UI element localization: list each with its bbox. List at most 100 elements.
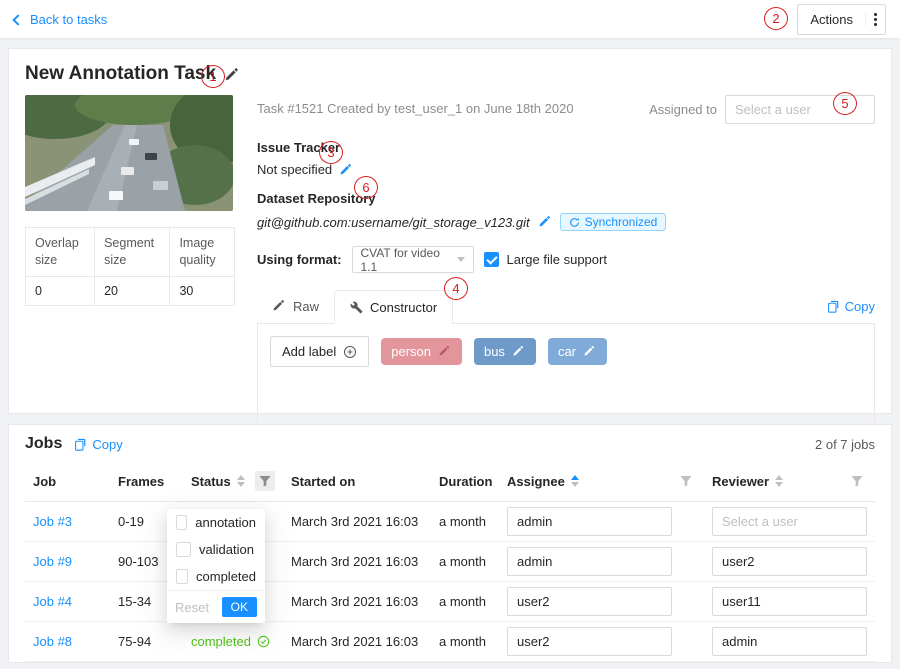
jobs-title: Jobs (25, 435, 62, 453)
filter-option-annotation[interactable]: annotation (167, 509, 265, 536)
status-filter-icon[interactable] (255, 471, 275, 491)
format-select[interactable]: CVAT for video 1.1 (352, 246, 474, 273)
reviewer-input[interactable] (712, 507, 867, 536)
annotation-marker-6: 6 (354, 176, 378, 199)
job-link[interactable]: Job #4 (33, 594, 72, 609)
param-value: 0 (26, 276, 95, 305)
edit-issue-tracker-icon[interactable] (339, 163, 353, 177)
reviewer-sort-icon[interactable] (775, 475, 783, 487)
col-frames: Frames (118, 474, 164, 489)
job-link[interactable]: Job #9 (33, 554, 72, 569)
more-vertical-icon[interactable] (865, 13, 885, 26)
assignee-input[interactable] (507, 587, 672, 616)
filter-option-validation[interactable]: validation (167, 536, 265, 563)
edit-repository-icon[interactable] (538, 215, 552, 229)
edit-label-icon[interactable] (438, 345, 452, 359)
filter-ok-button[interactable]: OK (222, 597, 257, 617)
label-chip-person[interactable]: person (381, 338, 462, 365)
back-link-label: Back to tasks (30, 12, 107, 27)
job-row: Job #9 90-103 March 3rd 2021 16:03 a mon… (25, 542, 875, 582)
label-chip-bus[interactable]: bus (474, 338, 536, 365)
copy-icon (827, 300, 840, 313)
back-to-tasks-link[interactable]: Back to tasks (14, 12, 107, 27)
filter-option-completed[interactable]: completed (167, 563, 265, 590)
assignee-input[interactable] (507, 547, 672, 576)
label-chip-car[interactable]: car (548, 338, 607, 365)
job-row: Job #8 75-94 completed March 3rd 2021 16… (25, 622, 875, 662)
format-select-value: CVAT for video 1.1 (361, 246, 457, 274)
label-chip-text: car (558, 344, 576, 359)
task-params-table: Overlap size Segment size Image quality … (25, 227, 235, 306)
issue-tracker-label: Issue Tracker (257, 140, 875, 155)
reviewer-input[interactable] (712, 627, 867, 656)
assignee-filter-icon[interactable] (676, 471, 696, 491)
col-status: Status (191, 474, 231, 489)
filter-checkbox[interactable] (176, 569, 188, 584)
page: Back to tasks Actions New Annotation Tas… (0, 0, 900, 669)
check-circle-icon (257, 635, 270, 648)
assignee-input[interactable] (507, 507, 672, 536)
edit-task-name-icon[interactable] (224, 67, 238, 81)
annotation-marker-2: 2 (764, 7, 788, 30)
status-cell: completed (191, 634, 275, 649)
task-card: New Annotation Task (8, 48, 892, 414)
reviewer-input[interactable] (712, 547, 867, 576)
issue-tracker-value: Not specified (257, 162, 332, 177)
sync-icon (569, 217, 580, 228)
using-format-label: Using format: (257, 252, 342, 267)
sync-badge-label: Synchronized (585, 215, 658, 229)
filter-option-label: annotation (195, 515, 256, 530)
filter-checkbox[interactable] (176, 515, 187, 530)
param-value: 30 (170, 276, 235, 305)
actions-button[interactable]: Actions (797, 4, 886, 35)
col-assignee: Assignee (507, 474, 565, 489)
param-value: 20 (95, 276, 170, 305)
labels-constructor-panel: Add label person bus (257, 323, 875, 435)
filter-option-label: completed (196, 569, 256, 584)
dataset-repository-label: Dataset Repository (257, 191, 875, 206)
tab-raw-label: Raw (293, 299, 319, 314)
label-chip-text: bus (484, 344, 505, 359)
actions-label: Actions (798, 12, 865, 27)
duration-cell: a month (431, 542, 499, 582)
job-link[interactable]: Job #8 (33, 634, 72, 649)
filter-option-label: validation (199, 542, 254, 557)
annotation-marker-5: 5 (833, 92, 857, 115)
tab-constructor-label: Constructor (370, 300, 437, 315)
filter-reset-button[interactable]: Reset (175, 600, 209, 615)
jobs-copy-link[interactable]: Copy (74, 437, 122, 452)
reviewer-input[interactable] (712, 587, 867, 616)
chevron-left-icon (12, 14, 23, 25)
labels-copy-link[interactable]: Copy (827, 299, 875, 314)
sync-status-badge: Synchronized (560, 213, 667, 231)
label-chip-text: person (391, 344, 431, 359)
status-text: completed (191, 634, 251, 649)
assignee-sort-icon[interactable] (571, 475, 579, 487)
copy-icon (74, 438, 87, 451)
add-label-button[interactable]: Add label (270, 336, 369, 367)
job-row: Job #4 15-34 March 3rd 2021 16:03 a mont… (25, 582, 875, 622)
started-cell: March 3rd 2021 16:03 (283, 582, 431, 622)
annotation-marker-1: 1 (201, 65, 225, 88)
assignee-input[interactable] (507, 627, 672, 656)
task-meta-text: Task #1521 Created by test_user_1 on Jun… (257, 95, 574, 116)
filter-checkbox[interactable] (176, 542, 191, 557)
status-sort-icon[interactable] (237, 475, 245, 487)
edit-label-icon[interactable] (512, 345, 526, 359)
status-filter-dropdown: annotation validation completed Reset OK (167, 509, 265, 623)
started-cell: March 3rd 2021 16:03 (283, 502, 431, 542)
tab-constructor[interactable]: Constructor (334, 290, 453, 324)
col-job: Job (33, 474, 56, 489)
job-link[interactable]: Job #3 (33, 514, 72, 529)
col-started: Started on (291, 474, 355, 489)
wrench-icon (350, 301, 363, 314)
edit-label-icon[interactable] (583, 345, 597, 359)
task-title: New Annotation Task (25, 63, 216, 85)
reviewer-filter-icon[interactable] (847, 471, 867, 491)
duration-cell: a month (431, 502, 499, 542)
tab-raw[interactable]: Raw (257, 289, 334, 323)
started-cell: March 3rd 2021 16:03 (283, 542, 431, 582)
annotation-marker-3: 3 (319, 141, 343, 164)
duration-cell: a month (431, 582, 499, 622)
large-file-checkbox[interactable] (484, 252, 499, 267)
